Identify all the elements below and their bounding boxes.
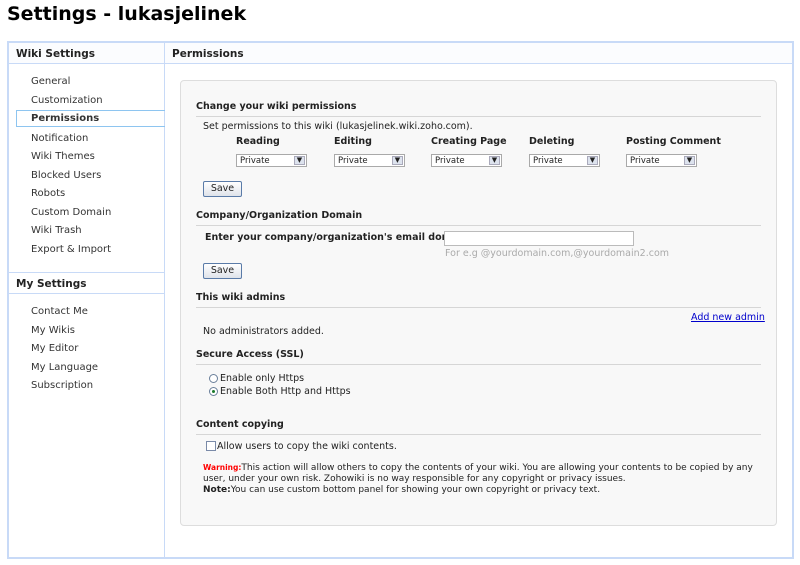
- sidebar-item-wiki-trash[interactable]: Wiki Trash: [31, 225, 82, 236]
- chevron-down-icon: ▼: [489, 156, 500, 165]
- http-and-https-label: Enable Both Http and Https: [220, 386, 351, 397]
- sidebar-item-robots[interactable]: Robots: [31, 188, 65, 199]
- main-header: Permissions: [172, 48, 244, 60]
- admins-section-title: This wiki admins: [196, 292, 761, 308]
- email-domains-hint: For e.g @yourdomain.com,@yourdomain2.com: [445, 248, 670, 259]
- creating-page-value: Private: [435, 156, 465, 166]
- permissions-description: Set permissions to this wiki (lukasjelin…: [203, 121, 473, 132]
- my-settings-header: My Settings: [9, 272, 165, 294]
- sidebar-item-wiki-themes[interactable]: Wiki Themes: [31, 151, 95, 162]
- chevron-down-icon: ▼: [392, 156, 403, 165]
- domain-section-title: Company/Organization Domain: [196, 210, 761, 226]
- allow-copy-checkbox[interactable]: [206, 441, 216, 451]
- email-domains-label: Enter your company/organization's email …: [205, 232, 474, 243]
- creating-page-label: Creating Page: [431, 136, 507, 147]
- sidebar-item-my-language[interactable]: My Language: [31, 362, 98, 373]
- posting-comment-label: Posting Comment: [626, 136, 721, 147]
- sidebar-item-my-wikis[interactable]: My Wikis: [31, 325, 75, 336]
- email-domains-input[interactable]: [444, 231, 634, 246]
- warning-label: Warning:: [203, 463, 242, 472]
- sidebar-item-general[interactable]: General: [31, 76, 70, 87]
- sidebar-item-custom-domain[interactable]: Custom Domain: [31, 207, 111, 218]
- reading-label: Reading: [236, 136, 280, 147]
- allow-copy-label: Allow users to copy the wiki contents.: [217, 441, 397, 452]
- header-bar: [9, 43, 792, 64]
- note-label: Note:: [203, 485, 231, 495]
- content-copying-section-title: Content copying: [196, 419, 761, 435]
- deleting-value: Private: [533, 156, 563, 166]
- chevron-down-icon: ▼: [587, 156, 598, 165]
- no-admins-text: No administrators added.: [203, 326, 324, 337]
- sidebar-item-notification[interactable]: Notification: [31, 133, 88, 144]
- deleting-select[interactable]: Private ▼: [529, 154, 600, 167]
- reading-select[interactable]: Private ▼: [236, 154, 307, 167]
- posting-comment-value: Private: [630, 156, 660, 166]
- sidebar-item-permissions[interactable]: Permissions: [16, 110, 165, 127]
- chevron-down-icon: ▼: [294, 156, 305, 165]
- sidebar-item-my-editor[interactable]: My Editor: [31, 343, 78, 354]
- save-domain-button[interactable]: Save: [203, 263, 242, 279]
- sidebar-item-contact-me[interactable]: Contact Me: [31, 306, 88, 317]
- ssl-section-title: Secure Access (SSL): [196, 349, 761, 365]
- https-only-radio[interactable]: [209, 374, 218, 383]
- save-permissions-button[interactable]: Save: [203, 181, 242, 197]
- page-title: Settings - lukasjelinek: [7, 3, 247, 25]
- warning-block: Warning:This action will allow others to…: [203, 462, 763, 496]
- editing-select[interactable]: Private ▼: [334, 154, 405, 167]
- add-new-admin-link[interactable]: Add new admin: [691, 312, 765, 323]
- chevron-down-icon: ▼: [684, 156, 695, 165]
- deleting-label: Deleting: [529, 136, 575, 147]
- editing-label: Editing: [334, 136, 372, 147]
- sidebar-item-subscription[interactable]: Subscription: [31, 380, 93, 391]
- permissions-section-title: Change your wiki permissions: [196, 101, 761, 117]
- sidebar-item-blocked-users[interactable]: Blocked Users: [31, 170, 101, 181]
- warning-text: This action will allow others to copy th…: [203, 463, 753, 484]
- reading-value: Private: [240, 156, 270, 166]
- sidebar-item-export-import[interactable]: Export & Import: [31, 244, 111, 255]
- editing-value: Private: [338, 156, 368, 166]
- http-and-https-radio[interactable]: [209, 387, 218, 396]
- sidebar-item-customization[interactable]: Customization: [31, 95, 103, 106]
- https-only-label: Enable only Https: [220, 373, 305, 384]
- note-text: You can use custom bottom panel for show…: [230, 485, 601, 495]
- creating-page-select[interactable]: Private ▼: [431, 154, 502, 167]
- posting-comment-select[interactable]: Private ▼: [626, 154, 697, 167]
- sidebar-header: Wiki Settings: [16, 48, 95, 60]
